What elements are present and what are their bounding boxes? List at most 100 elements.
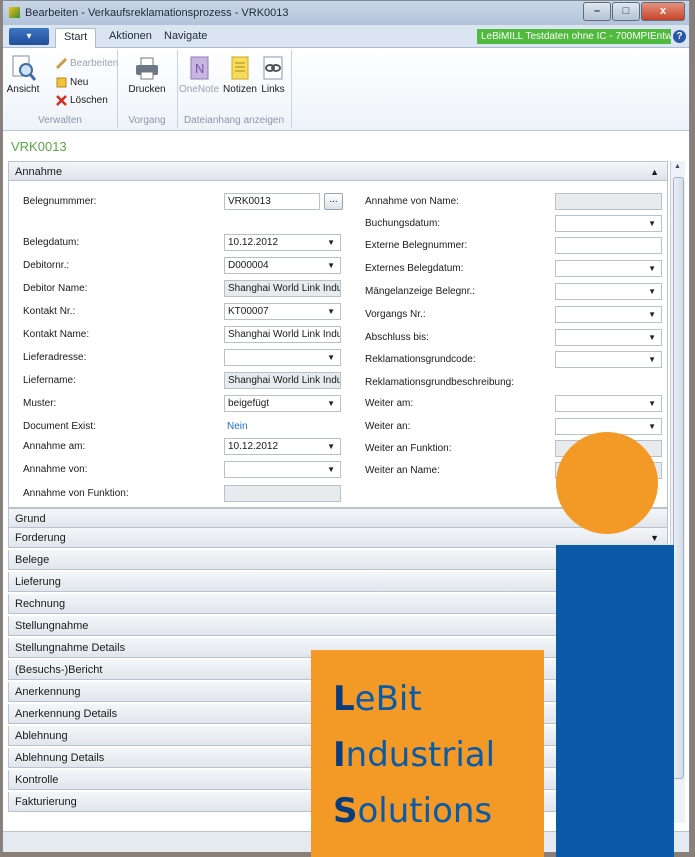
field-value: D000004 <box>228 260 269 271</box>
bearbeiten-button[interactable]: Bearbeiten <box>55 57 118 70</box>
vorgangs-nr-input[interactable]: ▼ <box>555 306 662 323</box>
ribbon-group-vorgang: Drucken Vorgang <box>117 50 178 128</box>
field-value: 10.12.2012 <box>228 441 279 452</box>
chevron-down-icon[interactable]: ▼ <box>648 419 656 434</box>
externes-belegdatum-input[interactable]: ▼ <box>555 260 662 277</box>
chevron-down-icon[interactable]: ▼ <box>327 235 335 250</box>
chevron-down-icon[interactable]: ▼ <box>648 396 656 411</box>
annahme-von-funktion-field <box>224 485 341 502</box>
title-bar: Bearbeiten - Verkaufsreklamationsprozess… <box>3 1 689 25</box>
field-label: Externe Belegnummer: <box>365 240 468 251</box>
field-label: Reklamationsgrundbeschreibung: <box>365 377 514 388</box>
tab-start[interactable]: Start <box>55 28 97 50</box>
tab-navigate[interactable]: Navigate <box>164 30 207 42</box>
chevron-down-icon[interactable]: ▼ <box>327 304 335 319</box>
scroll-up-icon[interactable]: ▲ <box>672 163 683 175</box>
printer-icon <box>134 54 160 82</box>
muster-select[interactable]: beigefügt ▼ <box>224 395 341 412</box>
maximize-button[interactable]: □ <box>612 2 640 21</box>
debitor-name-field: Shanghai World Link Indu... <box>224 280 341 297</box>
kontakt-name-input[interactable]: Shanghai World Link Indu... <box>224 326 341 343</box>
ribbon-tab-strip: ▾ Start Aktionen Navigate LeBiMILL Testd… <box>3 25 689 50</box>
chevron-down-icon[interactable]: ▼ <box>648 307 656 322</box>
scroll-thumb[interactable] <box>673 177 684 779</box>
annahme-am-input[interactable]: 10.12.2012 ▼ <box>224 438 341 455</box>
brand-bar-shape <box>556 545 674 857</box>
reklamationsgrundcode-input[interactable]: ▼ <box>555 351 662 368</box>
belegnummer-input[interactable]: VRK0013 <box>224 193 320 210</box>
neu-label: Neu <box>70 77 89 88</box>
drucken-button[interactable]: Drucken <box>124 54 170 95</box>
document-exist-link[interactable]: Nein <box>227 421 248 432</box>
links-label: Links <box>261 84 285 95</box>
field-value: 10.12.2012 <box>228 237 279 248</box>
help-icon[interactable]: ? <box>673 30 686 43</box>
liefername-field: Shanghai World Link Indu... <box>224 372 341 389</box>
field-label: Vorgangs Nr.: <box>365 309 426 320</box>
page-title: VRK0013 <box>11 139 67 154</box>
ansicht-label: Ansicht <box>6 84 40 95</box>
weiter-am-input[interactable]: ▼ <box>555 395 662 412</box>
onenote-icon: N <box>186 54 212 82</box>
field-label: Muster: <box>23 398 57 409</box>
group-label-vorgang: Vorgang <box>128 115 166 126</box>
field-value: KT00007 <box>228 306 269 317</box>
link-icon <box>260 54 286 82</box>
belegdatum-input[interactable]: 10.12.2012 ▼ <box>224 234 341 251</box>
minimize-button[interactable]: – <box>583 2 611 21</box>
links-button[interactable]: Links <box>259 54 287 95</box>
fasttab-annahme-header[interactable]: Annahme ▲ <box>8 161 668 181</box>
chevron-down-icon[interactable]: ▼ <box>327 396 335 411</box>
chevron-down-icon[interactable]: ▼ <box>648 284 656 299</box>
group-label-verwalten: Verwalten <box>38 115 82 126</box>
svg-text:N: N <box>195 61 204 76</box>
field-label: Belegdatum: <box>23 237 80 248</box>
onenote-button[interactable]: N OneNote <box>179 54 219 95</box>
chevron-down-icon[interactable]: ▼ <box>648 330 656 345</box>
chevron-down-icon[interactable]: ▼ <box>648 352 656 367</box>
brand-word: olutions <box>357 791 493 831</box>
window-title: Bearbeiten - Verkaufsreklamationsprozess… <box>25 7 289 19</box>
field-label: Externes Belegdatum: <box>365 263 464 274</box>
assist-edit-button[interactable]: ... <box>324 193 343 210</box>
chevron-down-icon[interactable]: ▼ <box>327 350 335 365</box>
brand-initial: S <box>333 791 358 831</box>
kontakt-nr-input[interactable]: KT00007 ▼ <box>224 303 341 320</box>
externe-belegnummer-input[interactable] <box>555 237 662 254</box>
tab-aktionen[interactable]: Aktionen <box>109 30 152 42</box>
brand-line-3: Solutions <box>333 794 492 828</box>
view-icon <box>10 54 37 82</box>
field-label: Annahme am: <box>23 441 86 452</box>
abschluss-bis-input[interactable]: ▼ <box>555 329 662 346</box>
chevron-down-icon[interactable]: ▼ <box>648 216 656 231</box>
pencil-icon <box>55 57 68 70</box>
neu-button[interactable]: Neu <box>56 77 88 88</box>
brand-circle-shape <box>556 432 658 534</box>
chevron-up-icon: ▲ <box>650 167 659 177</box>
ribbon-group-verwalten: Ansicht Bearbeiten Neu Löschen Verwalten <box>3 50 118 128</box>
lieferadresse-input[interactable]: ▼ <box>224 349 341 366</box>
field-label: Annahme von: <box>23 464 88 475</box>
close-button[interactable]: x <box>641 2 685 21</box>
chevron-down-icon[interactable]: ▼ <box>327 258 335 273</box>
notes-icon <box>227 54 253 82</box>
field-label: Weiter am: <box>365 398 414 409</box>
delete-icon <box>56 95 67 106</box>
ansicht-button[interactable]: Ansicht <box>6 54 40 95</box>
ribbon-group-dateianhang: N OneNote Notizen Links Dateianhang anze… <box>177 50 292 128</box>
fasttab-annahme-label: Annahme <box>15 166 63 178</box>
chevron-down-icon[interactable]: ▼ <box>648 261 656 276</box>
debitornr-input[interactable]: D000004 ▼ <box>224 257 341 274</box>
field-label: Debitor Name: <box>23 283 88 294</box>
chevron-down-icon[interactable]: ▼ <box>327 462 335 477</box>
field-label: Lieferadresse: <box>23 352 87 363</box>
notizen-button[interactable]: Notizen <box>221 54 259 95</box>
annahme-von-input[interactable]: ▼ <box>224 461 341 478</box>
maengelanzeige-input[interactable]: ▼ <box>555 283 662 300</box>
app-menu-button[interactable]: ▾ <box>9 28 49 45</box>
buchungsdatum-input[interactable]: ▼ <box>555 215 662 232</box>
loeschen-button[interactable]: Löschen <box>56 95 108 106</box>
chevron-down-icon[interactable]: ▼ <box>327 439 335 454</box>
brand-initial: I <box>333 735 346 775</box>
field-label: Belegnummmer: <box>23 196 97 207</box>
